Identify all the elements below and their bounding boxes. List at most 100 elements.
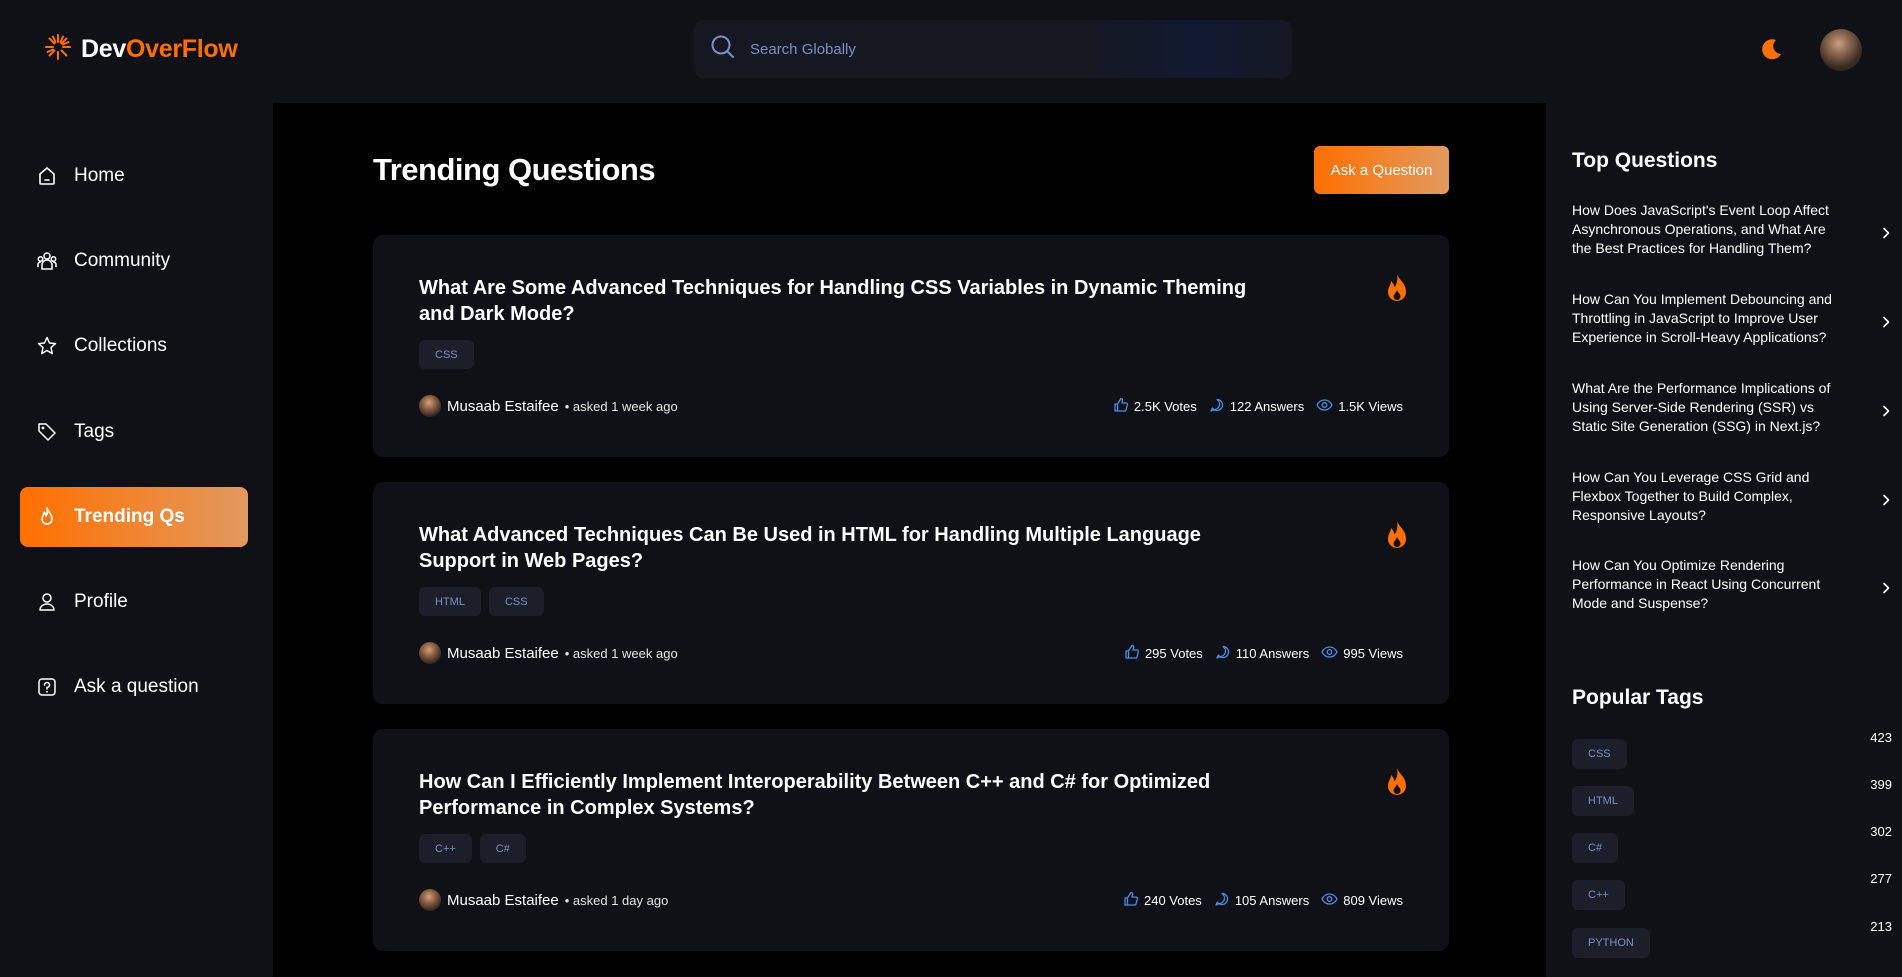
top-questions-heading: Top Questions: [1572, 149, 1718, 172]
popular-tag-row: C++ 277: [1572, 871, 1892, 910]
votes-count: 295 Votes: [1144, 646, 1203, 661]
question-card: What Advanced Techniques Can Be Used in …: [373, 482, 1449, 704]
asked-time: • asked 1 day ago: [564, 892, 669, 908]
chevron-right-icon: [1880, 315, 1892, 328]
tag-count: 302: [1870, 824, 1892, 839]
nav-label: Profile: [74, 591, 128, 612]
views-count: 1.5K Views: [1338, 399, 1403, 414]
popular-tag-chip[interactable]: C++: [1572, 880, 1625, 910]
views-count: 809 Views: [1343, 893, 1403, 908]
question-card: What Are Some Advanced Techniques for Ha…: [373, 235, 1449, 457]
top-question-text: How Can You Optimize Rendering Performan…: [1572, 557, 1821, 611]
search-input[interactable]: [750, 40, 1170, 58]
question-author: Musaab Estaifee • asked 1 week ago: [419, 642, 678, 664]
views-stat: 1.5K Views: [1316, 397, 1403, 416]
author-avatar[interactable]: [419, 642, 441, 664]
author-name[interactable]: Musaab Estaifee: [447, 645, 559, 662]
nav-item-ask-question[interactable]: Ask a question: [20, 657, 248, 717]
popular-tag-row: C# 302: [1572, 824, 1892, 863]
nav-label: Trending Qs: [74, 506, 185, 527]
views-stat: 809 Views: [1321, 891, 1403, 910]
popular-tag-chip[interactable]: PYTHON: [1572, 928, 1650, 958]
chevron-right-icon: [1880, 581, 1892, 594]
logo-icon: [43, 32, 73, 67]
fire-icon: [36, 506, 58, 528]
logo[interactable]: DevOverFlow: [43, 32, 238, 67]
user-avatar[interactable]: [1820, 29, 1862, 71]
question-title[interactable]: What Advanced Techniques Can Be Used in …: [419, 522, 1259, 574]
tag-chip[interactable]: CSS: [488, 587, 544, 616]
top-navbar: DevOverFlow: [0, 0, 1902, 103]
nav-item-tags[interactable]: Tags: [20, 402, 248, 462]
logo-text-dev: Dev: [81, 35, 126, 63]
tag-icon: [36, 421, 58, 443]
tag-count: 277: [1870, 871, 1892, 886]
top-question-item[interactable]: What Are the Performance Implications of…: [1572, 379, 1892, 441]
question-icon: [36, 676, 58, 698]
votes-stat: 295 Votes: [1124, 644, 1203, 663]
tag-count: 213: [1870, 919, 1892, 934]
tag-count: 423: [1870, 730, 1892, 745]
answers-count: 122 Answers: [1229, 399, 1305, 414]
top-question-item[interactable]: How Does JavaScript's Event Loop Affect …: [1572, 201, 1892, 263]
tag-chip[interactable]: C#: [479, 834, 526, 863]
home-icon: [36, 165, 58, 187]
asked-time: • asked 1 week ago: [564, 398, 678, 414]
logo-text: DevOverFlow: [81, 35, 238, 64]
nav-label: Community: [74, 250, 171, 271]
question-author: Musaab Estaifee • asked 1 week ago: [419, 395, 678, 417]
author-avatar[interactable]: [419, 395, 441, 417]
top-question-item[interactable]: How Can You Implement Debouncing and Thr…: [1572, 290, 1892, 352]
question-title[interactable]: What Are Some Advanced Techniques for Ha…: [419, 275, 1259, 327]
like-icon: [1113, 397, 1129, 416]
nav-label: Collections: [74, 335, 167, 356]
author-avatar[interactable]: [419, 889, 441, 911]
asked-time: • asked 1 week ago: [564, 645, 678, 661]
popular-tag-row: CSS 423: [1572, 730, 1892, 769]
trending-fire-icon: [1385, 520, 1409, 550]
popular-tag-chip[interactable]: HTML: [1572, 786, 1634, 816]
answers-stat: 105 Answers: [1214, 891, 1309, 910]
question-title[interactable]: How Can I Efficiently Implement Interope…: [419, 769, 1259, 821]
popular-tags-heading: Popular Tags: [1572, 686, 1704, 709]
views-stat: 995 Views: [1321, 644, 1403, 663]
nav-label: Home: [74, 165, 125, 186]
question-stats: 295 Votes 110 Answers 995 Views: [1124, 644, 1403, 663]
top-question-text: How Can You Leverage CSS Grid and Flexbo…: [1572, 469, 1810, 523]
tag-chip[interactable]: C++: [419, 834, 472, 863]
top-question-item[interactable]: How Can You Optimize Rendering Performan…: [1572, 556, 1892, 618]
popular-tag-row: HTML 399: [1572, 777, 1892, 816]
theme-toggle-moon-icon[interactable]: [1759, 36, 1785, 62]
nav-item-trending[interactable]: Trending Qs: [20, 487, 248, 547]
eye-icon: [1321, 891, 1338, 910]
author-name[interactable]: Musaab Estaifee: [447, 892, 559, 909]
top-question-text: How Does JavaScript's Event Loop Affect …: [1572, 202, 1829, 256]
question-tags: CSS: [419, 340, 474, 369]
global-search[interactable]: [694, 20, 1292, 78]
user-icon: [36, 591, 58, 613]
nav-item-community[interactable]: Community: [20, 231, 248, 291]
chevron-right-icon: [1880, 493, 1892, 506]
top-question-item[interactable]: How Can You Leverage CSS Grid and Flexbo…: [1572, 468, 1892, 530]
chevron-right-icon: [1880, 404, 1892, 417]
nav-item-collections[interactable]: Collections: [20, 316, 248, 376]
like-icon: [1123, 891, 1139, 910]
answers-stat: 110 Answers: [1215, 644, 1309, 663]
author-name[interactable]: Musaab Estaifee: [447, 398, 559, 415]
top-question-text: How Can You Implement Debouncing and Thr…: [1572, 291, 1832, 345]
popular-tag-chip[interactable]: CSS: [1572, 739, 1627, 769]
eye-icon: [1321, 644, 1338, 663]
tag-chip[interactable]: HTML: [419, 587, 481, 616]
popular-tag-chip[interactable]: C#: [1572, 833, 1619, 863]
votes-stat: 2.5K Votes: [1113, 397, 1197, 416]
ask-question-button[interactable]: Ask a Question: [1314, 146, 1449, 194]
nav-item-home[interactable]: Home: [20, 146, 248, 206]
question-author: Musaab Estaifee • asked 1 day ago: [419, 889, 668, 911]
chevron-right-icon: [1880, 226, 1892, 239]
votes-count: 240 Votes: [1143, 893, 1202, 908]
answers-count: 110 Answers: [1235, 646, 1310, 661]
tag-chip[interactable]: CSS: [419, 340, 474, 369]
nav-item-profile[interactable]: Profile: [20, 572, 248, 632]
search-icon: [710, 34, 736, 65]
answers-count: 105 Answers: [1234, 893, 1310, 908]
